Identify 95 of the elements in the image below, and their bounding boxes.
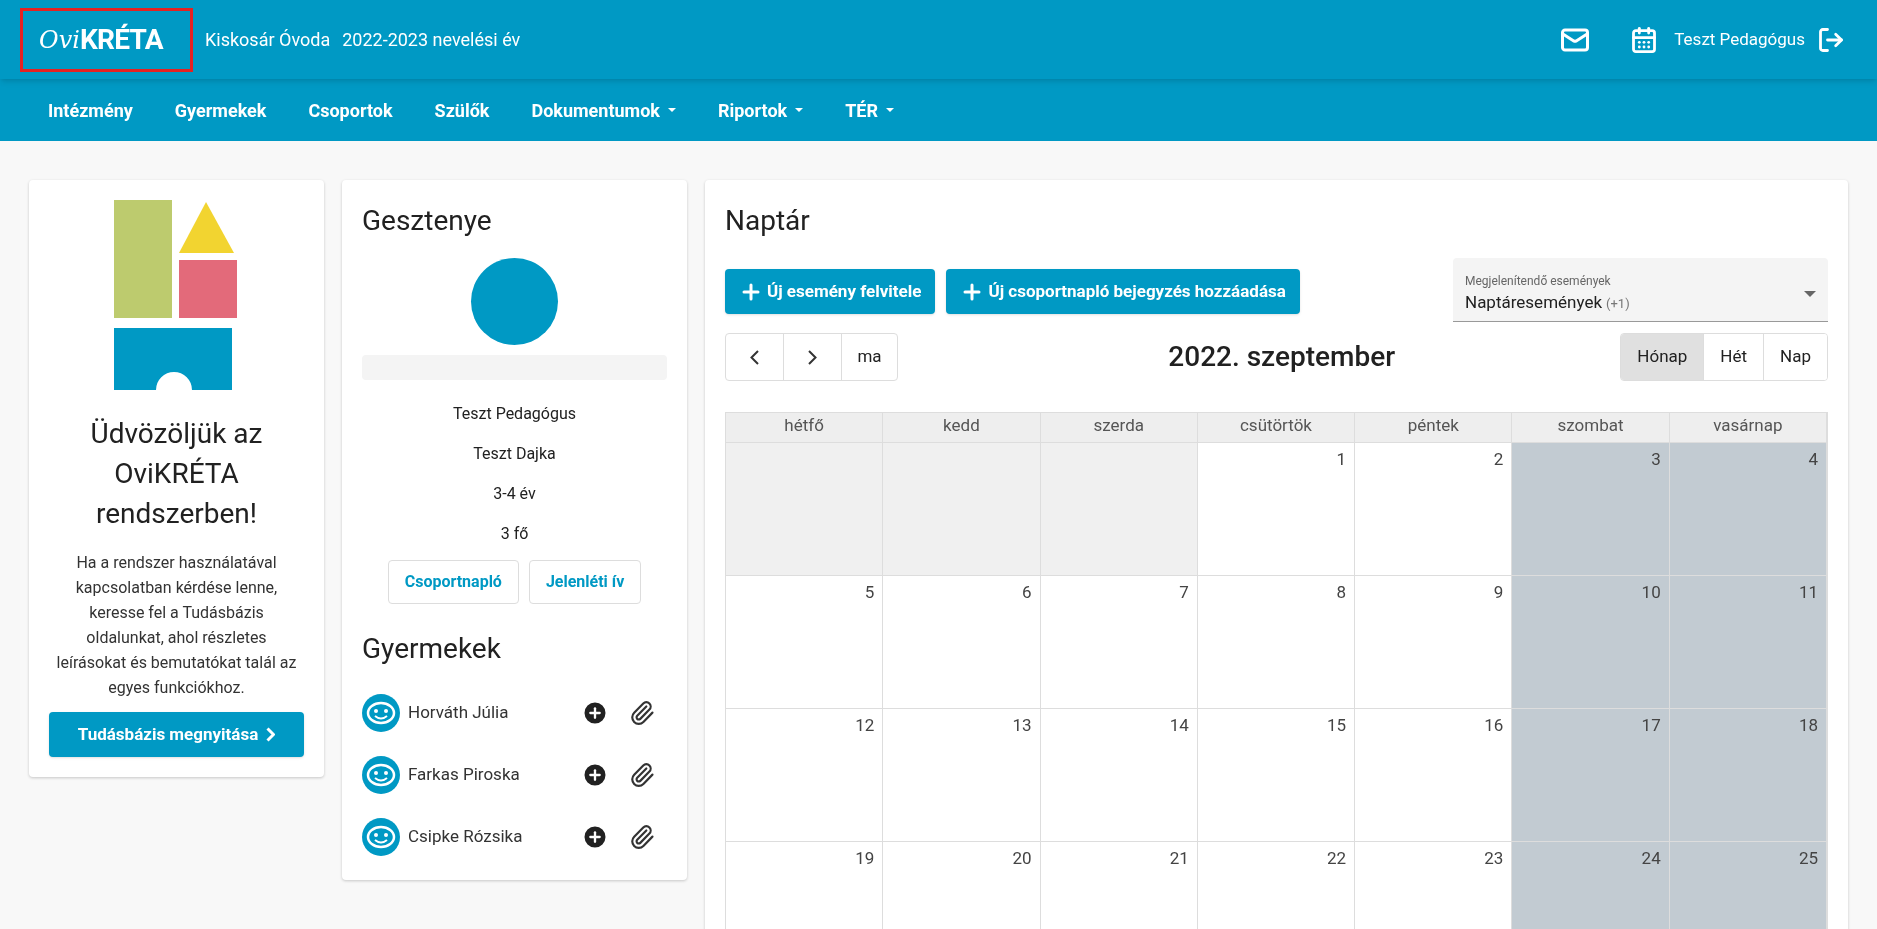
view-tab[interactable]: Hónap [1621, 334, 1705, 380]
child-name[interactable]: Csipke Rózsika [408, 824, 573, 850]
day-number: 16 [1484, 715, 1504, 735]
paperclip-icon[interactable] [629, 762, 655, 788]
day-number: 23 [1484, 848, 1504, 868]
chevron-left-icon [750, 349, 759, 365]
day-cell[interactable] [883, 443, 1041, 576]
add-icon[interactable] [581, 761, 609, 789]
day-cell[interactable]: 24 [1512, 842, 1670, 929]
day-number: 17 [1641, 715, 1661, 735]
day-number: 21 [1169, 848, 1189, 868]
logo-prefix: Ovi [39, 24, 80, 56]
day-number: 19 [855, 848, 875, 868]
chevron-right-icon [808, 349, 817, 365]
day-cell[interactable]: 2 [1355, 443, 1513, 576]
logout-icon[interactable] [1817, 25, 1845, 54]
weekday-header: kedd [883, 413, 1041, 443]
day-cell[interactable]: 13 [883, 709, 1041, 842]
day-number: 22 [1327, 848, 1347, 868]
filter-label: Megjelenítendő események [1465, 272, 1612, 290]
dropdown-caret-icon [1804, 290, 1816, 297]
group-name: Gesztenye [362, 203, 493, 239]
paperclip-icon[interactable] [629, 700, 655, 726]
events-filter-select[interactable]: Megjelenítendő események Naptáresemények (+1) [1453, 258, 1828, 322]
group-detail: 3 fő [500, 523, 529, 545]
day-cell[interactable]: 5 [726, 576, 884, 709]
day-number: 8 [1336, 582, 1347, 602]
chevron-right-icon [266, 727, 276, 742]
day-cell[interactable]: 14 [1040, 709, 1198, 842]
month-title: 2022. szeptember [1167, 339, 1397, 375]
day-cell[interactable]: 16 [1355, 709, 1513, 842]
day-cell[interactable]: 18 [1669, 709, 1827, 842]
day-cell[interactable]: 3 [1512, 443, 1670, 576]
day-number: 18 [1798, 715, 1818, 735]
filter-value: Naptáresemények [1465, 290, 1602, 314]
day-cell[interactable]: 11 [1669, 576, 1827, 709]
caret-icon [795, 108, 804, 112]
day-cell[interactable]: 17 [1512, 709, 1670, 842]
day-number: 7 [1179, 582, 1189, 602]
day-number: 15 [1327, 715, 1347, 735]
group-detail: Teszt Pedagógus [453, 403, 576, 425]
welcome-text: Ha a rendszer használatával kapcsolatban kérdése lenne, keresse fel a Tudásbázis oldalunkat, ahol részletes leírásokat és bemutatókat talál az egyes funkciókhoz. [56, 552, 297, 699]
calendar-title: Naptár [725, 203, 811, 239]
school-year: 2022-2023 nevelési év [342, 28, 521, 52]
day-number: 24 [1641, 848, 1661, 868]
day-cell[interactable] [726, 443, 884, 576]
day-number: 5 [864, 582, 875, 602]
child-name[interactable]: Farkas Piroska [408, 762, 573, 788]
day-cell[interactable]: 25 [1669, 842, 1827, 929]
day-number: 6 [1022, 582, 1032, 602]
weekday-header: péntek [1355, 413, 1513, 443]
day-cell[interactable]: 15 [1197, 709, 1356, 842]
day-number: 1 [1336, 449, 1347, 469]
day-number: 14 [1169, 715, 1189, 735]
add-icon[interactable] [581, 823, 609, 851]
group-detail: Teszt Dajka [473, 443, 556, 465]
welcome-title: Üdvözöljük az OviKRÉTA rendszerben! [89, 416, 264, 532]
day-cell[interactable]: 7 [1040, 576, 1198, 709]
institution-name: Kiskosár Óvoda [205, 28, 331, 52]
caret-icon [886, 108, 894, 112]
calendar-icon[interactable] [1630, 24, 1659, 55]
day-number: 25 [1798, 848, 1818, 868]
weekday-header: vasárnap [1669, 413, 1827, 443]
day-cell[interactable]: 12 [726, 709, 884, 842]
day-cell[interactable] [1040, 443, 1198, 576]
day-number: 2 [1493, 449, 1504, 469]
day-number: 4 [1808, 449, 1818, 469]
day-number: 20 [1012, 848, 1032, 868]
day-number: 12 [855, 715, 875, 735]
day-cell[interactable]: 1 [1197, 443, 1356, 576]
day-number: 3 [1651, 449, 1661, 469]
day-number: 11 [1798, 582, 1818, 602]
day-cell[interactable]: 4 [1669, 443, 1827, 576]
day-cell[interactable]: 6 [883, 576, 1041, 709]
day-cell[interactable]: 9 [1355, 576, 1513, 709]
paperclip-icon[interactable] [629, 824, 655, 850]
child-face-icon [362, 694, 400, 732]
group-detail: 3-4 év [493, 483, 536, 505]
weekday-header: csütörtök [1197, 413, 1356, 443]
weekday-header: szerda [1040, 413, 1198, 443]
day-cell[interactable]: 10 [1512, 576, 1670, 709]
caret-icon [667, 108, 676, 112]
weekday-header: hétfő [726, 413, 884, 443]
child-face-icon [362, 756, 400, 794]
child-name[interactable]: Horváth Júlia [408, 700, 573, 726]
add-icon[interactable] [581, 699, 609, 727]
filter-extra: (+1) [1606, 294, 1630, 313]
weekday-header: szombat [1512, 413, 1670, 443]
day-number: 10 [1641, 582, 1661, 602]
day-cell[interactable]: 8 [1197, 576, 1356, 709]
child-face-icon [362, 818, 400, 856]
day-number: 9 [1493, 582, 1504, 602]
children-title: Gyermekek [362, 631, 502, 667]
day-number: 13 [1012, 715, 1032, 735]
logo-text: KRÉTA [79, 21, 163, 58]
